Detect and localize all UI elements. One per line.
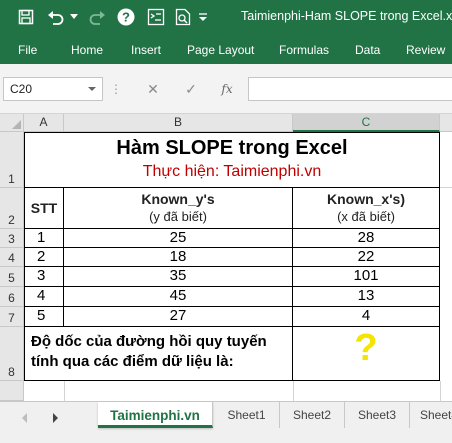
title-bar: ? Taimienphi-Ham SLOPE trong Excel.xls bbox=[0, 0, 452, 34]
sheet-tab-sheet3[interactable]: Sheet3 bbox=[345, 402, 410, 428]
sheet-tab-sheet2[interactable]: Sheet2 bbox=[280, 402, 345, 428]
cell-a4[interactable]: 2 bbox=[24, 248, 64, 267]
row-header-2[interactable]: 2 bbox=[0, 188, 24, 229]
stt-header: STT bbox=[30, 200, 58, 216]
prev-sheet-icon[interactable] bbox=[22, 413, 27, 423]
form-icon[interactable] bbox=[145, 6, 167, 28]
cell-b6[interactable]: 45 bbox=[64, 287, 293, 307]
sheet-tab-taimienphi[interactable]: Taimienphi.vn bbox=[98, 402, 213, 428]
row-9-cells[interactable] bbox=[24, 381, 452, 401]
known-x-header: Known_x's) bbox=[326, 191, 405, 207]
tab-page-layout[interactable]: Page Layout bbox=[187, 43, 254, 57]
cell-b3[interactable]: 25 bbox=[64, 229, 293, 248]
confirm-entry-icon[interactable]: ✓ bbox=[178, 77, 204, 101]
cell-c7[interactable]: 4 bbox=[293, 307, 440, 327]
tab-file[interactable]: File bbox=[18, 43, 37, 57]
svg-text:?: ? bbox=[122, 10, 130, 25]
cell-a7[interactable]: 5 bbox=[24, 307, 64, 327]
fx-label: fx bbox=[221, 82, 233, 96]
row-header-8[interactable]: 8 bbox=[0, 327, 24, 381]
tab-formulas[interactable]: Formulas bbox=[279, 43, 329, 57]
cell-c5[interactable]: 101 bbox=[293, 267, 440, 287]
formula-input[interactable] bbox=[248, 77, 452, 101]
ribbon-tabs: File Home Insert Page Layout Formulas Da… bbox=[0, 34, 452, 64]
cancel-entry-icon[interactable]: ✕ bbox=[140, 77, 166, 101]
row-header-5[interactable]: 5 bbox=[0, 267, 24, 287]
sheet-tab-sheet1[interactable]: Sheet1 bbox=[214, 402, 280, 428]
cell-a5[interactable]: 3 bbox=[24, 267, 64, 287]
page-subtitle: Thực hiện: Taimienphi.vn bbox=[142, 163, 322, 180]
formula-bar-splitter[interactable]: ⋮ bbox=[110, 82, 123, 96]
undo-icon[interactable] bbox=[44, 6, 68, 28]
window-title: Taimienphi-Ham SLOPE trong Excel.xls bbox=[241, 9, 452, 23]
cell-a2[interactable]: STT bbox=[24, 188, 64, 229]
column-d-cells[interactable] bbox=[440, 188, 452, 381]
customize-toolbar-icon[interactable] bbox=[196, 6, 210, 28]
cell-c2[interactable]: Known_x's) (x đã biết) bbox=[293, 188, 440, 229]
cell-c4[interactable]: 22 bbox=[293, 248, 440, 267]
cell-a3[interactable]: 1 bbox=[24, 229, 64, 248]
save-icon[interactable] bbox=[14, 6, 38, 28]
cell-d1[interactable] bbox=[440, 132, 452, 188]
cell-b7[interactable]: 27 bbox=[64, 307, 293, 327]
cell-c3[interactable]: 28 bbox=[293, 229, 440, 248]
tab-review[interactable]: Review bbox=[406, 43, 445, 57]
result-label-line-2: tính qua các điểm dữ liệu là: bbox=[31, 353, 234, 370]
row-header-3[interactable]: 3 bbox=[0, 229, 24, 248]
cell-b2[interactable]: Known_y's (y đã biết) bbox=[64, 188, 293, 229]
question-mark: ? bbox=[354, 327, 378, 369]
name-box-value: C20 bbox=[10, 82, 33, 96]
row-header-6[interactable]: 6 bbox=[0, 287, 24, 307]
redo-icon[interactable] bbox=[86, 6, 108, 28]
cell-b5[interactable]: 35 bbox=[64, 267, 293, 287]
cell-a6[interactable]: 4 bbox=[24, 287, 64, 307]
column-header-b[interactable]: B bbox=[64, 114, 293, 132]
insert-function-icon[interactable]: fx bbox=[214, 77, 240, 101]
next-sheet-icon[interactable] bbox=[53, 413, 58, 423]
chevron-down-icon[interactable] bbox=[88, 87, 96, 91]
row-header-4[interactable]: 4 bbox=[0, 248, 24, 267]
undo-dropdown-icon[interactable] bbox=[68, 6, 80, 28]
result-label-line-1: Độ dốc của đường hồi quy tuyến bbox=[31, 333, 267, 350]
cell-b4[interactable]: 18 bbox=[64, 248, 293, 267]
column-header-a[interactable]: A bbox=[24, 114, 64, 132]
row-header-7[interactable]: 7 bbox=[0, 307, 24, 327]
row-header-1[interactable]: 1 bbox=[0, 132, 24, 188]
tab-data[interactable]: Data bbox=[355, 43, 380, 57]
select-all-button[interactable] bbox=[0, 114, 24, 132]
help-icon[interactable]: ? bbox=[114, 6, 138, 28]
sheet-tab-sheet4[interactable]: Sheet4 bbox=[410, 402, 452, 428]
column-header-c[interactable]: C bbox=[293, 114, 440, 132]
known-y-header: Known_y's bbox=[141, 191, 215, 207]
cell-c6[interactable]: 13 bbox=[293, 287, 440, 307]
tab-home[interactable]: Home bbox=[71, 43, 103, 57]
print-preview-icon[interactable] bbox=[172, 6, 194, 28]
title-merged-cell[interactable]: Hàm SLOPE trong Excel Thực hiện: Taimien… bbox=[24, 132, 440, 188]
page-title: Hàm SLOPE trong Excel bbox=[116, 137, 348, 159]
sheet-tabs-bar: Taimienphi.vn Sheet1 Sheet2 Sheet3 Sheet… bbox=[0, 401, 452, 443]
formula-bar-area: C20 ⋮ ✕ ✓ fx bbox=[0, 64, 452, 114]
result-label-cell[interactable]: Độ dốc của đường hồi quy tuyến tính qua … bbox=[24, 327, 293, 381]
name-box[interactable]: C20 bbox=[3, 77, 103, 101]
column-header-d[interactable] bbox=[440, 114, 452, 132]
known-y-note: (y đã biết) bbox=[149, 209, 207, 224]
result-value-cell[interactable]: ? bbox=[293, 327, 440, 381]
row-header-9[interactable] bbox=[0, 381, 24, 401]
known-x-note: (x đã biết) bbox=[337, 209, 395, 224]
tab-insert[interactable]: Insert bbox=[131, 43, 161, 57]
